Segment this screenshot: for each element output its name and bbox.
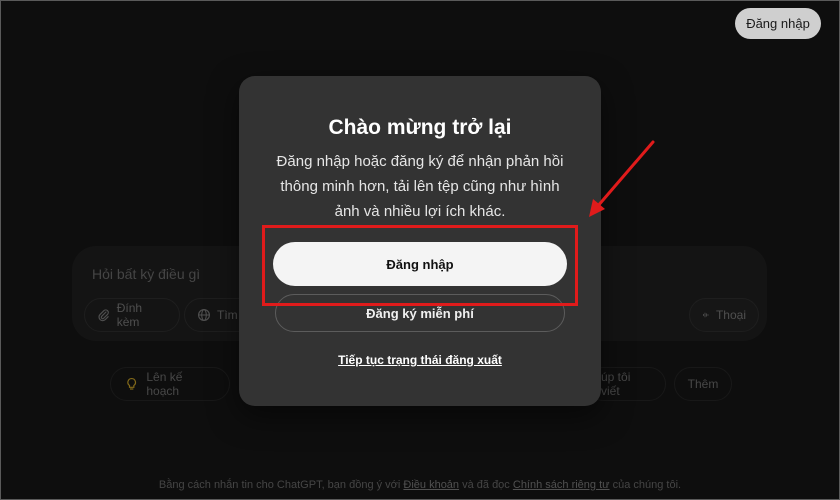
header-login-button[interactable]: Đăng nhập	[735, 8, 821, 39]
continue-logged-out-link[interactable]: Tiếp tục trạng thái đăng xuất	[239, 353, 601, 367]
modal-description: Đăng nhập hoặc đăng ký để nhận phản hồi …	[276, 153, 564, 220]
annotation-highlight-box	[262, 225, 578, 306]
modal-title: Chào mừng trở lại	[328, 116, 512, 139]
annotation-arrow	[589, 140, 655, 217]
